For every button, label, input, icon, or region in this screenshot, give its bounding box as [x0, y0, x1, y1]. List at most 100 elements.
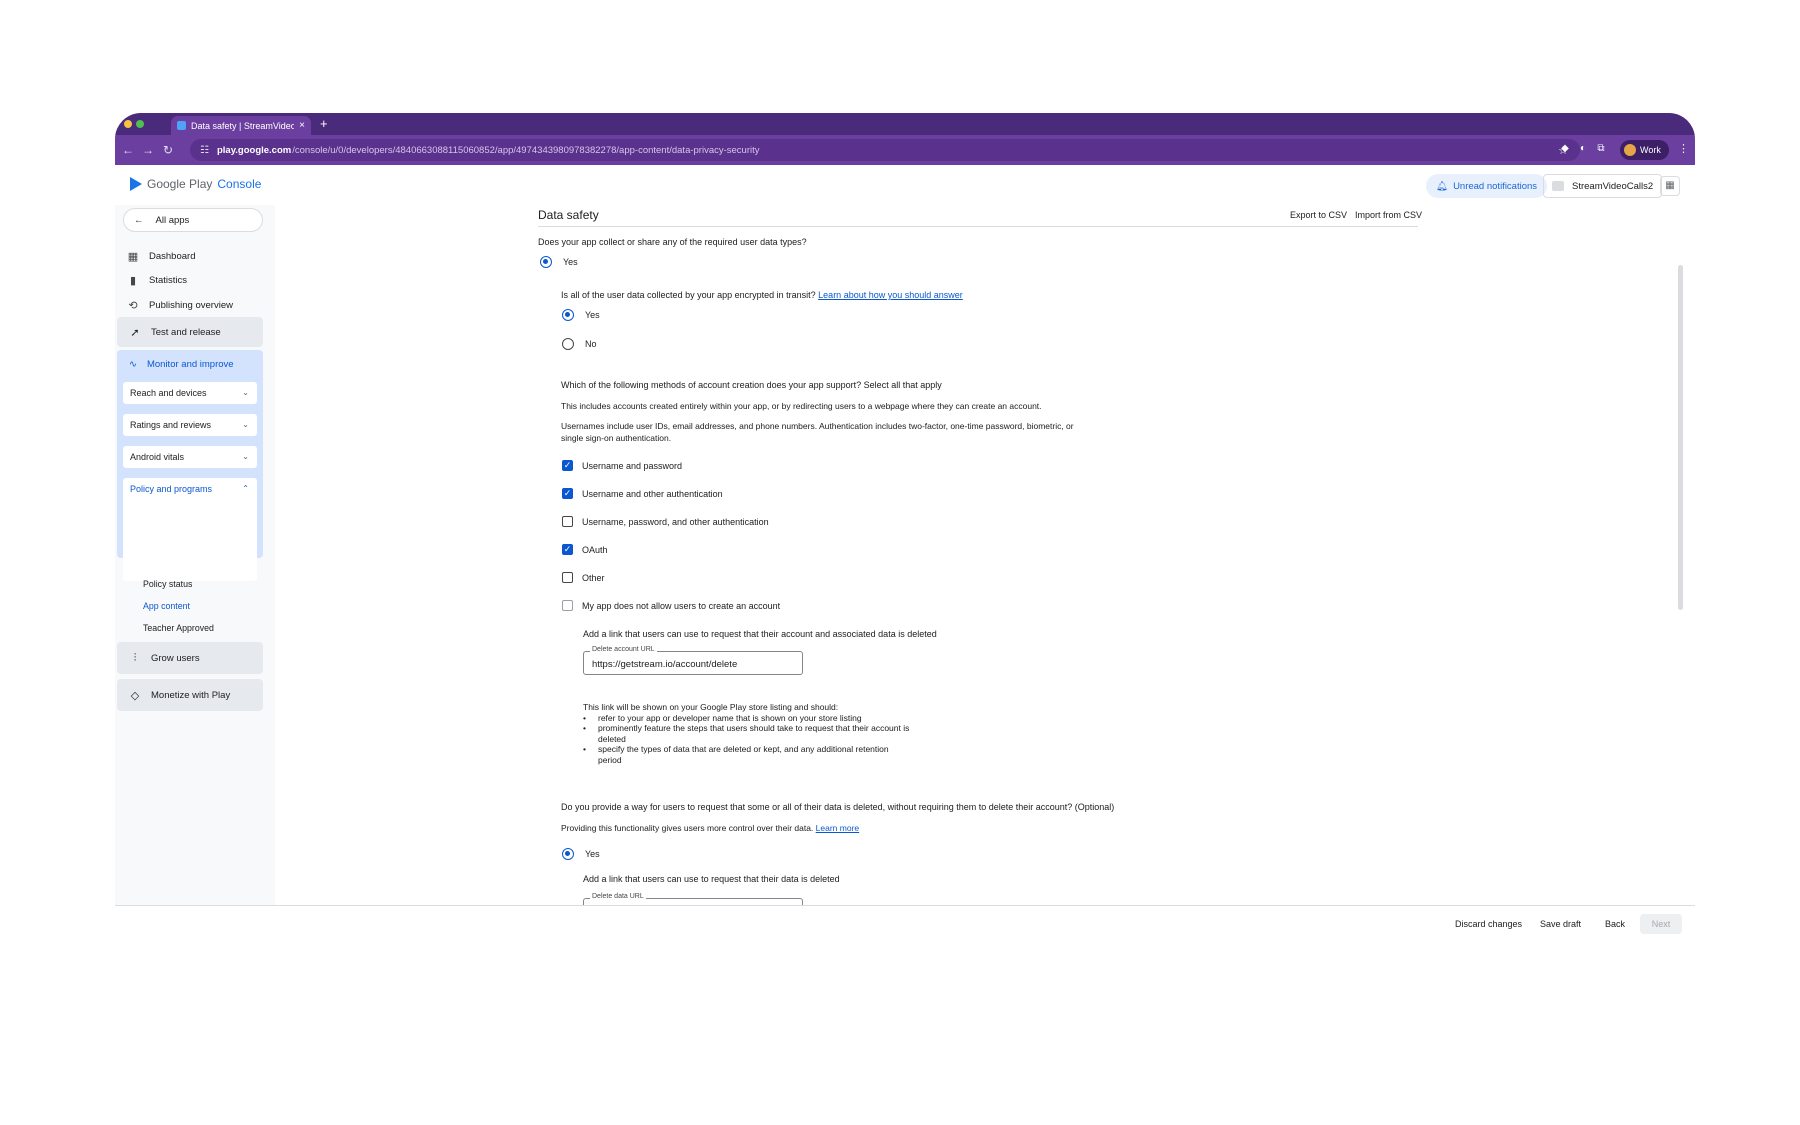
- extensions-puzzle-icon[interactable]: ⧉: [1594, 143, 1608, 157]
- site-settings-icon[interactable]: ☷: [200, 145, 209, 156]
- checkbox-label: Username and password: [582, 461, 683, 471]
- chevron-down-icon: ⌄: [242, 388, 249, 397]
- checkbox-label: Username and other authentication: [582, 489, 723, 499]
- checkbox-no-account[interactable]: [562, 600, 573, 611]
- checkbox-username-password[interactable]: ✓: [562, 460, 573, 471]
- account-switcher[interactable]: StreamVideoCalls2: [1543, 174, 1663, 198]
- sidebar-item-statistics[interactable]: ▮ Statistics: [127, 274, 187, 287]
- sidebar-item-teacher-approved[interactable]: Teacher Approved: [143, 623, 214, 633]
- profile-button[interactable]: Work: [1620, 140, 1669, 160]
- unread-notifications-label: Unread notifications: [1453, 180, 1538, 192]
- sidebar-item-label: Android vitals: [130, 452, 185, 462]
- sidebar-item-test-and-release[interactable]: ➚ Test and release: [117, 317, 263, 347]
- page-title: Data safety: [538, 208, 599, 222]
- browser-menu-icon[interactable]: ⋮: [1678, 142, 1689, 155]
- policy-and-programs-card: Policy and programs ⌃: [123, 478, 257, 581]
- sidebar-item-ratings-and-reviews[interactable]: Ratings and reviews ⌄: [123, 414, 257, 436]
- tab-title: Data safety | StreamVideoCal: [191, 120, 295, 131]
- new-tab-button[interactable]: +: [320, 116, 328, 131]
- checkbox-label: My app does not allow users to create an…: [582, 601, 781, 611]
- app-header: Google Play Console 🔔︎ Unread notificati…: [115, 165, 1695, 205]
- back-arrow-icon[interactable]: ←: [118, 143, 138, 157]
- sidebar-item-label: Publishing overview: [149, 300, 233, 311]
- export-csv-button[interactable]: Export to CSV: [1290, 210, 1347, 220]
- main-content: Data safety Export to CSV Import from CS…: [275, 205, 1695, 905]
- browser-tab[interactable]: Data safety | StreamVideoCal ×: [171, 116, 311, 135]
- checkbox-oauth[interactable]: ✓: [562, 544, 573, 555]
- sidebar-item-android-vitals[interactable]: Android vitals ⌄: [123, 446, 257, 468]
- unread-notifications-button[interactable]: 🔔︎ Unread notifications: [1426, 174, 1548, 198]
- import-csv-button[interactable]: Import from CSV: [1355, 210, 1422, 220]
- q2-question: Is all of the user data collected by you…: [561, 290, 963, 300]
- account-name: StreamVideoCalls2: [1572, 180, 1654, 192]
- publishing-icon: ⟲: [128, 300, 138, 312]
- grow-users-icon: ⫶: [133, 651, 137, 664]
- sidebar-item-label: Statistics: [149, 275, 188, 286]
- scrollbar[interactable]: [1678, 265, 1683, 610]
- forward-arrow-icon[interactable]: →: [138, 143, 158, 157]
- extension-green-icon[interactable]: ◆: [1558, 143, 1572, 157]
- link-info-intro: This link will be shown on your Google P…: [583, 702, 839, 712]
- back-button[interactable]: Back: [1605, 919, 1625, 929]
- monitor-and-improve-group: ∿ Monitor and improve Reach and devices …: [117, 350, 263, 581]
- q2-no-radio[interactable]: [562, 338, 574, 350]
- save-draft-button[interactable]: Save draft: [1540, 919, 1581, 929]
- discard-changes-button[interactable]: Discard changes: [1455, 919, 1522, 929]
- q1-yes-radio[interactable]: [540, 256, 552, 268]
- checkbox-other[interactable]: [562, 572, 573, 583]
- q4-desc-text: Providing this functionality gives users…: [561, 823, 814, 833]
- delete-account-url-field[interactable]: Delete account URL https://getstream.io/…: [583, 646, 803, 675]
- chevron-up-icon[interactable]: ⌃: [242, 484, 249, 493]
- all-apps-button[interactable]: ← All apps: [123, 208, 263, 232]
- q2-yes-radio[interactable]: [562, 309, 574, 321]
- sidebar-item-app-content[interactable]: App content: [143, 601, 190, 611]
- extension-color-icon[interactable]: ◐: [1576, 143, 1590, 157]
- maximize-dot[interactable]: [136, 120, 144, 128]
- logo-google-play-text: Google Play: [147, 177, 213, 191]
- developer-account-icon: [1552, 181, 1564, 191]
- sidebar-item-grow-users[interactable]: ⫶ Grow users: [117, 642, 263, 674]
- address-bar: ← → ↻ ☷ play.google.com /console/u/0/dev…: [115, 135, 1695, 165]
- checkbox-username-password-other-auth[interactable]: [562, 516, 573, 527]
- sidebar-item-label: Ratings and reviews: [130, 420, 212, 430]
- q2-learn-link[interactable]: Learn about how you should answer: [818, 290, 963, 300]
- url-path: /console/u/0/developers/4840663088115060…: [292, 144, 760, 156]
- q4-description: Providing this functionality gives users…: [561, 823, 859, 833]
- close-tab-icon[interactable]: ×: [299, 120, 305, 131]
- sidebar-item-policy-and-programs[interactable]: Policy and programs: [130, 484, 212, 494]
- sidebar-item-reach-and-devices[interactable]: Reach and devices ⌄: [123, 382, 257, 404]
- sidebar-item-dashboard[interactable]: ▦ Dashboard: [127, 250, 196, 263]
- q1-yes-label: Yes: [563, 257, 578, 267]
- next-button[interactable]: Next: [1640, 914, 1682, 934]
- footer-actions: Discard changes Save draft Back Next: [115, 905, 1695, 973]
- checkbox-username-other-auth[interactable]: ✓: [562, 488, 573, 499]
- delete-data-url-field[interactable]: Delete data URL: [583, 893, 803, 905]
- q3-description-2b: single sign-on authentication.: [561, 433, 672, 443]
- back-arrow-icon: ←: [134, 214, 144, 226]
- developer-apps-icon[interactable]: ▦: [1660, 176, 1680, 196]
- minimize-dot[interactable]: [124, 120, 132, 128]
- sidebar-item-label: Reach and devices: [130, 388, 207, 398]
- monitor-pulse-icon: ∿: [129, 359, 137, 370]
- reload-icon[interactable]: ↻: [158, 143, 178, 157]
- q2-yes-label: Yes: [585, 310, 600, 320]
- delete-account-prompt: Add a link that users can use to request…: [583, 629, 937, 639]
- sidebar: ← All apps ▦ Dashboard ▮ Statistics ⟲ Pu…: [115, 205, 275, 905]
- title-divider: [538, 226, 1418, 227]
- field-value: https://getstream.io/account/delete: [592, 659, 738, 670]
- sidebar-item-monetize-with-play[interactable]: ◇ Monetize with Play: [117, 679, 263, 711]
- checkbox-label: Username, password, and other authentica…: [582, 517, 769, 527]
- sidebar-item-label: Dashboard: [149, 251, 196, 262]
- q4-learn-more-link[interactable]: Learn more: [816, 823, 859, 833]
- q4-yes-radio[interactable]: [562, 848, 574, 860]
- checkbox-label: OAuth: [582, 545, 608, 555]
- sidebar-item-monitor-and-improve[interactable]: ∿ Monitor and improve: [129, 359, 234, 370]
- url-host: play.google.com: [216, 144, 292, 156]
- bar-chart-icon: ▮: [129, 275, 137, 287]
- sidebar-item-policy-status[interactable]: Policy status: [143, 579, 192, 589]
- list-item: prominently feature the steps that users…: [583, 723, 913, 744]
- q2-text: Is all of the user data collected by you…: [561, 290, 816, 300]
- google-play-console-logo[interactable]: Google Play Console: [130, 177, 261, 191]
- sidebar-item-publishing-overview[interactable]: ⟲ Publishing overview: [127, 299, 233, 312]
- url-input[interactable]: ☷ play.google.com /console/u/0/developer…: [190, 139, 1580, 161]
